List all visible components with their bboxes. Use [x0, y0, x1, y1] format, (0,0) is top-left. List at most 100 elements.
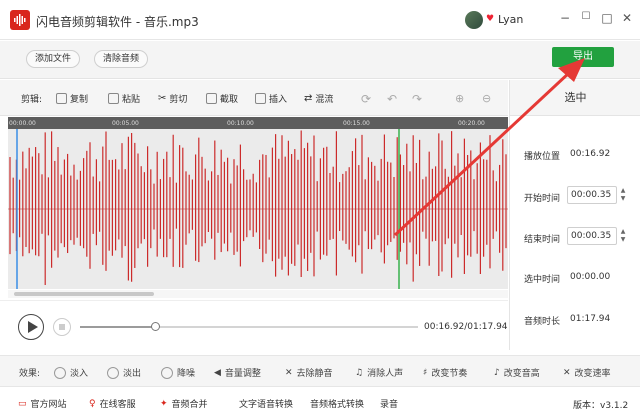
effects-label: 效果:	[19, 369, 41, 379]
horizontal-scrollbar[interactable]	[8, 290, 508, 298]
effects-bar: 效果: 淡入 淡出 降噪 ◀ 音量调整 ✕ 去除静音 ♫ 消除人声 ♯ 改变节奏 ♪ 改变…	[0, 355, 640, 387]
selection-panel: 选中 播放位置 00:16.92 开始时间 00:00.35 ▲ ▼ 结束时间 0…	[509, 80, 640, 350]
text-to-speech-link[interactable]: 文字语音转换	[239, 397, 293, 410]
insert-icon	[255, 93, 266, 104]
trim-button[interactable]: 截取	[206, 92, 238, 105]
audio-merge-link[interactable]: ✦ 音频合并	[160, 397, 208, 411]
edit-label: 剪辑:	[21, 95, 43, 105]
redo-icon[interactable]: ↷	[412, 92, 422, 106]
zoom-in-icon[interactable]: ⊕	[455, 92, 464, 105]
timeline-tick: 00:00.00	[9, 120, 36, 127]
end-time-value: 00:00.35	[571, 231, 612, 241]
start-time-label: 开始时间	[524, 194, 561, 204]
denoise-button[interactable]: 降噪	[161, 366, 195, 379]
user-avatar[interactable]	[465, 11, 483, 29]
selected-time-value: 00:00.00	[570, 272, 611, 282]
start-time-input[interactable]: 00:00.35 ▲ ▼	[567, 186, 625, 204]
cut-label: 剪切	[169, 95, 188, 105]
fade-out-label: 淡出	[123, 369, 142, 379]
paste-button[interactable]: 粘贴	[108, 92, 140, 105]
undo-icon[interactable]: ↶	[387, 92, 397, 106]
stop-button[interactable]	[53, 318, 71, 336]
official-site-link[interactable]: ▭ 官方网站	[18, 397, 67, 411]
version-label: 版本：v3.1.2	[573, 401, 629, 411]
online-support-label: 在线客服	[99, 400, 136, 410]
timecode: 00:16.92/01:17.94	[424, 322, 508, 332]
loop-icon[interactable]: ⟳	[361, 92, 371, 106]
waveform-area[interactable]	[8, 129, 508, 289]
fade-in-label: 淡入	[70, 369, 89, 379]
scrollbar-thumb[interactable]	[14, 292, 154, 296]
record-label: 录音	[380, 400, 399, 410]
remove-silence-label: 去除静音	[296, 369, 333, 379]
close-button[interactable]: ✕	[619, 11, 635, 25]
title-bar: 闪电音频剪辑软件 - 音乐.mp3 ♥ Lyan − ☐ □ ✕	[0, 0, 640, 40]
rate-icon: ✕	[563, 367, 571, 378]
bottom-bar: ▭ 官方网站 ♀ 在线客服 ✦ 音频合并 文字语音转换 音频格式转换 录音 版本：v3…	[0, 388, 640, 420]
waveform[interactable]	[8, 129, 508, 289]
seek-bar[interactable]	[80, 322, 418, 331]
format-convert-label: 音频格式转换	[310, 400, 365, 410]
fade-in-button[interactable]: 淡入	[54, 366, 88, 379]
mix-label: 混流	[315, 95, 334, 105]
restore-button[interactable]: ☐	[578, 11, 594, 22]
remove-vocals-button[interactable]: ♫ 消除人声	[355, 366, 404, 380]
seek-progress	[80, 326, 155, 328]
crop-icon	[206, 93, 217, 104]
export-button[interactable]: 导出	[552, 47, 614, 67]
spinner-arrows-icon[interactable]: ▲ ▼	[618, 187, 628, 203]
fade-out-icon	[107, 366, 119, 379]
change-rate-button[interactable]: ✕ 改变速率	[563, 366, 611, 380]
app-logo-icon	[10, 10, 30, 30]
insert-button[interactable]: 插入	[255, 92, 287, 105]
fade-out-button[interactable]: 淡出	[107, 366, 141, 379]
scissors-icon: ✂	[158, 93, 167, 104]
audio-merge-label: 音频合并	[171, 400, 208, 410]
player-bar: 00:16.92/01:17.94	[0, 300, 508, 350]
online-support-link[interactable]: ♀ 在线客服	[89, 397, 136, 411]
spinner-arrows-icon[interactable]: ▲ ▼	[618, 228, 628, 244]
play-button[interactable]	[18, 314, 44, 340]
maximize-button[interactable]: □	[599, 11, 615, 25]
add-file-button[interactable]: 添加文件	[26, 50, 81, 68]
official-site-label: 官方网站	[30, 400, 67, 410]
timeline-tick: 00:15.00	[343, 120, 370, 127]
copy-button[interactable]: 复制	[56, 92, 88, 105]
change-tempo-label: 改变节奏	[431, 369, 468, 379]
vip-heart-icon: ♥	[486, 14, 495, 24]
change-pitch-label: 改变音高	[503, 369, 540, 379]
change-pitch-button[interactable]: ♪ 改变音高	[494, 366, 540, 380]
volume-button[interactable]: ◀ 音量调整	[214, 366, 261, 380]
record-link[interactable]: 录音	[380, 397, 398, 410]
seek-handle[interactable]	[151, 322, 160, 331]
paste-icon	[108, 93, 119, 104]
vocals-icon: ♫	[355, 367, 364, 378]
selection-header: 选中	[510, 80, 640, 116]
cut-button[interactable]: ✂ 剪切	[158, 92, 187, 105]
denoise-icon	[161, 366, 173, 379]
play-position-value: 00:16.92	[570, 149, 611, 159]
username[interactable]: Lyan	[498, 13, 523, 26]
trim-label: 截取	[220, 95, 239, 105]
end-time-input[interactable]: 00:00.35 ▲ ▼	[567, 227, 625, 245]
timeline-tick: 00:05.00	[112, 120, 139, 127]
clear-audio-button[interactable]: 清除音频	[94, 50, 149, 68]
pitch-icon: ♪	[494, 367, 500, 378]
copy-icon	[56, 93, 67, 104]
format-convert-link[interactable]: 音频格式转换	[310, 397, 364, 410]
zoom-out-icon[interactable]: ⊖	[482, 92, 491, 105]
window-title: 闪电音频剪辑软件 - 音乐.mp3	[36, 15, 199, 29]
remove-silence-button[interactable]: ✕ 去除静音	[285, 366, 333, 380]
change-tempo-button[interactable]: ♯ 改变节奏	[423, 366, 468, 380]
end-time-label: 结束时间	[524, 235, 561, 245]
start-time-value: 00:00.35	[571, 190, 612, 200]
minimize-button[interactable]: −	[557, 11, 573, 25]
mix-button[interactable]: ⇄ 混流	[304, 92, 333, 105]
merge-icon: ✦	[160, 398, 168, 409]
fade-in-icon	[54, 366, 66, 379]
timeline-ruler[interactable]: 00:00.00 00:05.00 00:10.00 00:15.00 00:2…	[8, 117, 508, 129]
volume-label: 音量调整	[224, 369, 261, 379]
duration-value: 01:17.94	[570, 314, 611, 324]
copy-label: 复制	[70, 95, 89, 105]
remove-vocals-label: 消除人声	[367, 369, 404, 379]
